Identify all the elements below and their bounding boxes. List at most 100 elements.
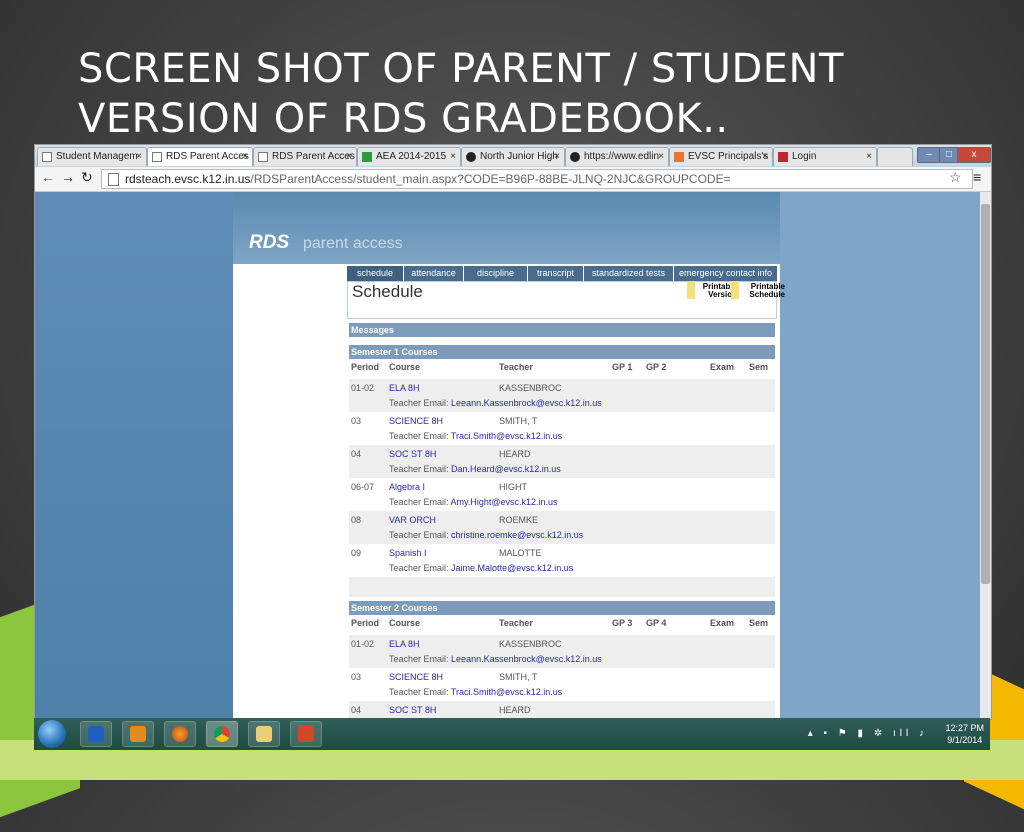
slide-title: SCREEN SHOT OF PARENT / STUDENT VERSION …: [78, 44, 978, 144]
windows-taskbar: ▴ ▪ ⚑ ▮ ✲ ıll ♪ 12:27 PM 9/1/2014: [34, 718, 990, 750]
col-gp4: GP 4: [646, 618, 667, 628]
browser-tab[interactable]: EVSC Principals's I ×: [669, 147, 773, 166]
close-tab-icon[interactable]: ×: [866, 148, 872, 166]
messages-bar: Messages: [349, 323, 775, 337]
teacher-email-link[interactable]: Traci.Smith@evsc.k12.in.us: [451, 687, 562, 697]
vertical-scrollbar[interactable]: [980, 192, 991, 719]
system-tray-icons[interactable]: ▴ ▪ ⚑ ▮ ✲ ıll ♪: [808, 728, 928, 739]
page-icon: [258, 152, 268, 162]
teacher-cell: KASSENBROC: [499, 639, 562, 649]
firefox-icon: [172, 726, 188, 742]
course-link[interactable]: SOC ST 8H: [389, 449, 436, 459]
teacher-email-link[interactable]: Dan.Heard@evsc.k12.in.us: [451, 464, 561, 474]
taskbar-app-button[interactable]: [80, 721, 112, 747]
course-link[interactable]: VAR ORCH: [389, 515, 436, 525]
forward-arrow-icon[interactable]: →: [61, 169, 75, 185]
browser-tab-active[interactable]: RDS Parent Acces ×: [147, 147, 253, 166]
close-tab-icon[interactable]: ×: [346, 148, 352, 166]
browser-tab-label: AEA 2014-2015: [376, 151, 447, 162]
bookmark-star-icon[interactable]: ☆: [949, 169, 962, 186]
teacher-email-link[interactable]: Leeann.Kassenbrock@evsc.k12.in.us: [451, 398, 602, 408]
printable-schedule-button[interactable]: Printable Schedule: [731, 281, 785, 299]
close-tab-icon[interactable]: ×: [658, 148, 664, 166]
url-host: rdsteach.evsc.k12.in.us: [125, 172, 251, 186]
teacher-email-link[interactable]: Jaime.Malotte@evsc.k12.in.us: [451, 563, 573, 573]
teacher-email-link[interactable]: Traci.Smith@evsc.k12.in.us: [451, 431, 562, 441]
tab-transcript[interactable]: transcript: [528, 266, 584, 281]
close-tab-icon[interactable]: ×: [136, 148, 142, 166]
teacher-email-link[interactable]: Amy.Hight@evsc.k12.in.us: [451, 497, 558, 507]
close-window-icon[interactable]: x: [957, 147, 991, 163]
url-input[interactable]: rdsteach.evsc.k12.in.us/RDSParentAccess/…: [101, 169, 973, 189]
browser-tab[interactable]: https://www.edlin ×: [565, 147, 669, 166]
col-exam: Exam: [710, 618, 735, 628]
course-link[interactable]: ELA 8H: [389, 639, 420, 649]
course-link[interactable]: Algebra I: [389, 482, 425, 492]
teacher-cell: HEARD: [499, 705, 531, 715]
teacher-email-label: Teacher Email:: [389, 464, 449, 474]
printable-version-button[interactable]: Printable Version: [687, 281, 737, 299]
teacher-email-link[interactable]: Leeann.Kassenbrock@evsc.k12.in.us: [451, 654, 602, 664]
semester-2-column-headers: Period Course Teacher GP 3 GP 4 Exam Sem: [349, 615, 775, 633]
course-link[interactable]: Spanish I: [389, 548, 427, 558]
col-period: Period: [351, 618, 380, 628]
close-tab-icon[interactable]: ×: [242, 148, 248, 166]
course-row: 01-02 ELA 8H KASSENBROC Teacher Email: L…: [349, 635, 775, 668]
browser-tab[interactable]: Student Managem ×: [37, 147, 147, 166]
course-link[interactable]: ELA 8H: [389, 383, 420, 393]
rds-header: RDS parent access: [233, 192, 780, 264]
maximize-icon[interactable]: □: [939, 147, 959, 163]
chrome-icon: [214, 726, 230, 742]
teacher-email-label: Teacher Email:: [389, 431, 449, 441]
taskbar-app-button[interactable]: [290, 721, 322, 747]
clock-date: 9/1/2014: [947, 735, 983, 745]
new-tab-button[interactable]: [877, 147, 913, 166]
reload-icon[interactable]: ↻: [81, 169, 93, 186]
tab-discipline[interactable]: discipline: [464, 266, 528, 281]
taskbar-app-button[interactable]: [248, 721, 280, 747]
teacher-email-label: Teacher Email:: [389, 654, 449, 664]
period-cell: 04: [351, 705, 362, 715]
back-arrow-icon[interactable]: ←: [41, 169, 55, 185]
course-link[interactable]: SOC ST 8H: [389, 705, 436, 715]
teacher-email-label: Teacher Email:: [389, 530, 449, 540]
tab-attendance[interactable]: attendance: [404, 266, 464, 281]
browser-tab[interactable]: AEA 2014-2015 ×: [357, 147, 461, 166]
spreadsheet-icon: [362, 152, 372, 162]
taskbar-app-button[interactable]: [164, 721, 196, 747]
col-exam: Exam: [710, 362, 735, 372]
page-title: Schedule: [352, 282, 423, 301]
browser-tab[interactable]: North Junior High ×: [461, 147, 565, 166]
scrollbar-thumb[interactable]: [981, 204, 990, 584]
address-bar-row: ← → ↻ rdsteach.evsc.k12.in.us/RDSParentA…: [35, 167, 991, 192]
browser-tab[interactable]: Login ×: [773, 147, 877, 166]
start-button[interactable]: [38, 720, 66, 748]
taskbar-app-button[interactable]: [122, 721, 154, 747]
edline-icon: [570, 152, 580, 162]
menu-icon[interactable]: ≡: [973, 169, 981, 185]
teacher-cell: MALOTTE: [499, 548, 542, 558]
taskbar-clock[interactable]: 12:27 PM 9/1/2014: [945, 722, 984, 746]
browser-tab-label: Student Managem: [56, 151, 138, 162]
teacher-email-row: Teacher Email: Traci.Smith@evsc.k12.in.u…: [389, 431, 562, 441]
course-row: 06-07 Algebra I HIGHT Teacher Email: Amy…: [349, 478, 775, 511]
teacher-email-label: Teacher Email:: [389, 497, 449, 507]
page-icon: [108, 173, 119, 186]
tab-schedule[interactable]: schedule: [347, 266, 404, 281]
taskbar-app-button-active[interactable]: [206, 721, 238, 747]
tab-emergency-contact-info[interactable]: emergency contact info: [674, 266, 778, 281]
course-link[interactable]: SCIENCE 8H: [389, 416, 443, 426]
close-tab-icon[interactable]: ×: [450, 148, 456, 166]
course-row: 08 VAR ORCH ROEMKE Teacher Email: christ…: [349, 511, 775, 544]
close-tab-icon[interactable]: ×: [762, 148, 768, 166]
minimize-icon[interactable]: –: [917, 147, 941, 163]
course-link[interactable]: SCIENCE 8H: [389, 672, 443, 682]
close-tab-icon[interactable]: ×: [554, 148, 560, 166]
browser-tab[interactable]: RDS Parent Acces ×: [253, 147, 357, 166]
browser-tab-label: North Junior High: [480, 151, 558, 162]
col-teacher: Teacher: [499, 618, 533, 628]
period-cell: 09: [351, 548, 362, 558]
teacher-email-link[interactable]: christine.roemke@evsc.k12.in.us: [451, 530, 583, 540]
tab-standardized-tests[interactable]: standardized tests: [584, 266, 674, 281]
page-right-margin: [780, 192, 980, 719]
